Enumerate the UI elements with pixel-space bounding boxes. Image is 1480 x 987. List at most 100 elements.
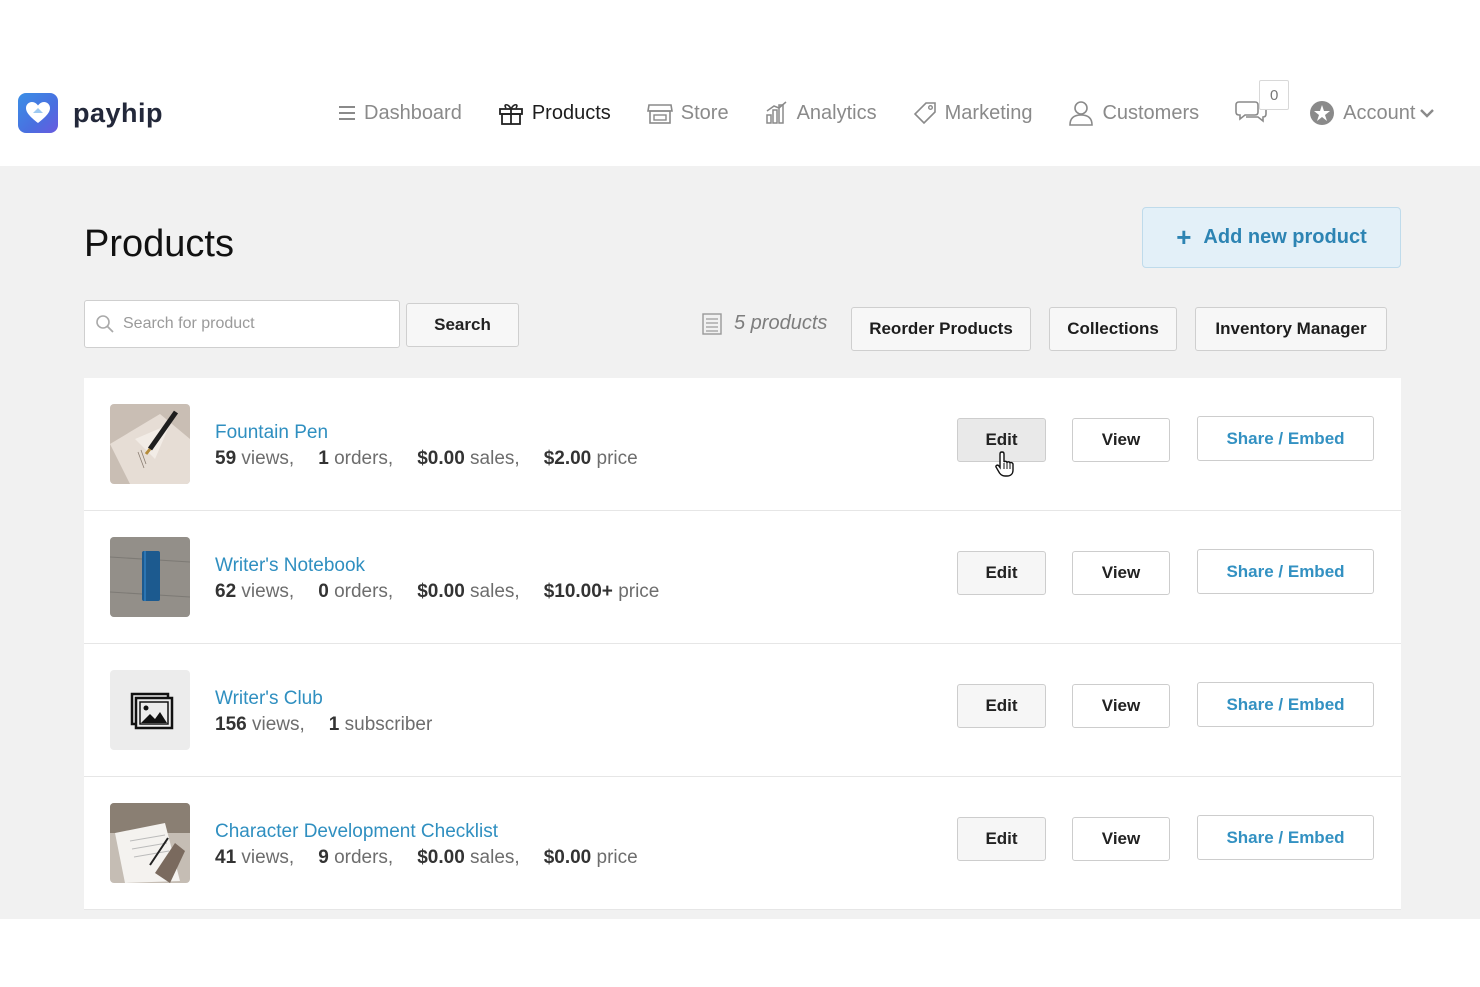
nav-account-label: Account [1343, 101, 1416, 124]
product-row: Fountain Pen 59 views, 1 orders, $0.00 sal… [84, 378, 1401, 511]
storefront-icon [646, 104, 673, 124]
product-thumbnail[interactable] [110, 803, 190, 883]
sales-value: $0.00 [417, 581, 465, 602]
sales-label: sales, [470, 581, 520, 602]
nav-marketing[interactable]: Marketing [913, 101, 1033, 125]
search-button[interactable]: Search [406, 303, 519, 347]
orders-label: orders, [334, 448, 394, 469]
views-label: views, [251, 714, 305, 735]
view-button[interactable]: View [1072, 684, 1170, 728]
top-navigation-bar: payhip Dashboard Products Store Analytic… [0, 0, 1480, 166]
nav-customers[interactable]: Customers [1068, 100, 1199, 126]
product-count-text: 5 products [734, 312, 828, 334]
product-stats: 62 views, 0 orders, $0.00 sales, $10.00+ pr… [215, 581, 659, 603]
share-embed-button[interactable]: Share / Embed [1197, 682, 1374, 727]
product-name-link[interactable]: Character Development Checklist [215, 821, 498, 843]
edit-button[interactable]: Edit [957, 684, 1046, 728]
share-embed-button[interactable]: Share / Embed [1197, 549, 1374, 594]
orders-label: orders, [334, 581, 394, 602]
nav-marketing-label: Marketing [944, 101, 1033, 124]
search-input[interactable] [123, 315, 383, 333]
price-value: $10.00+ [543, 581, 613, 602]
collections-button[interactable]: Collections [1049, 307, 1177, 351]
view-button[interactable]: View [1072, 551, 1170, 595]
subscribers-label: subscriber [344, 714, 433, 735]
orders-value: 0 [318, 581, 329, 602]
nav-customers-label: Customers [1102, 101, 1200, 124]
price-label: price [618, 581, 660, 602]
views-label: views, [241, 847, 295, 868]
search-field[interactable] [84, 300, 400, 348]
views-label: views, [241, 448, 295, 469]
price-label: price [596, 847, 638, 868]
image-placeholder-icon [130, 692, 174, 730]
account-avatar-icon [1310, 101, 1335, 125]
add-new-product-label: Add new product [1203, 226, 1367, 248]
views-label: views, [241, 581, 295, 602]
inventory-manager-button[interactable]: Inventory Manager [1195, 307, 1387, 351]
sales-label: sales, [470, 448, 520, 469]
product-thumbnail[interactable] [110, 537, 190, 617]
brand-name: payhip [73, 97, 164, 128]
product-stats: 41 views, 9 orders, $0.00 sales, $0.00 pric… [215, 847, 638, 869]
product-row: Writer's Club 156 views, 1 subscriber Edi… [84, 644, 1401, 777]
views-value: 62 [215, 581, 237, 602]
price-value: $2.00 [543, 448, 592, 469]
sales-value: $0.00 [417, 847, 465, 868]
product-list: Fountain Pen 59 views, 1 orders, $0.00 sal… [84, 378, 1401, 910]
hand-pointer-cursor-icon [995, 451, 1014, 477]
nav-account[interactable]: Account [1309, 100, 1435, 126]
product-stats: 59 views, 1 orders, $0.00 sales, $2.00 pric… [215, 448, 638, 470]
product-name-link[interactable]: Fountain Pen [215, 422, 328, 444]
share-embed-button[interactable]: Share / Embed [1197, 815, 1374, 860]
subscribers-value: 1 [328, 714, 340, 735]
nav-dashboard[interactable]: Dashboard [338, 102, 462, 125]
sales-value: $0.00 [417, 448, 465, 469]
bar-chart-icon [765, 101, 787, 124]
product-thumbnail[interactable] [110, 404, 190, 484]
nav-analytics[interactable]: Analytics [765, 101, 877, 125]
orders-label: orders, [334, 847, 394, 868]
view-button[interactable]: View [1072, 817, 1170, 861]
plus-icon: + [1176, 222, 1192, 252]
views-value: 59 [215, 448, 237, 469]
share-embed-button[interactable]: Share / Embed [1197, 416, 1374, 461]
chevron-down-icon [1420, 109, 1435, 118]
nav-store[interactable]: Store [646, 101, 729, 125]
reorder-products-button[interactable]: Reorder Products [851, 307, 1031, 351]
nav-dashboard-label: Dashboard [364, 101, 462, 124]
hamburger-icon [339, 106, 355, 120]
sales-label: sales, [470, 847, 520, 868]
edit-button[interactable]: Edit [957, 817, 1046, 861]
orders-value: 1 [318, 448, 329, 469]
gift-icon [498, 103, 523, 125]
product-name-link[interactable]: Writer's Notebook [215, 555, 365, 577]
nav-products-label: Products [531, 101, 611, 124]
product-thumbnail[interactable] [110, 670, 190, 750]
list-document-icon [702, 312, 722, 335]
product-stats: 156 views, 1 subscriber [215, 714, 432, 736]
nav-products[interactable]: Products [498, 101, 611, 125]
nav-store-label: Store [680, 101, 729, 124]
product-row: Character Development Checklist 41 views… [84, 777, 1401, 910]
price-label: price [596, 448, 638, 469]
view-button[interactable]: View [1072, 418, 1170, 462]
page-title: Products [84, 223, 234, 265]
nav-analytics-label: Analytics [796, 101, 877, 124]
orders-value: 9 [318, 847, 329, 868]
payhip-heart-logo-icon [18, 93, 58, 133]
product-row: Writer's Notebook 62 views, 0 orders, $0.0… [84, 511, 1401, 644]
messages-button[interactable]: 0 [1235, 80, 1290, 130]
views-value: 41 [215, 847, 237, 868]
price-value: $0.00 [543, 847, 592, 868]
views-value: 156 [215, 714, 247, 735]
products-page: Products + Add new product Search 5 prod… [0, 166, 1480, 919]
search-icon [96, 315, 114, 333]
tag-icon [913, 102, 936, 125]
edit-button[interactable]: Edit [957, 551, 1046, 595]
payhip-logo[interactable]: payhip [18, 93, 163, 133]
messages-count-badge: 0 [1259, 80, 1290, 110]
add-new-product-button[interactable]: + Add new product [1142, 207, 1401, 268]
product-count: 5 products [702, 312, 827, 335]
product-name-link[interactable]: Writer's Club [215, 688, 323, 710]
